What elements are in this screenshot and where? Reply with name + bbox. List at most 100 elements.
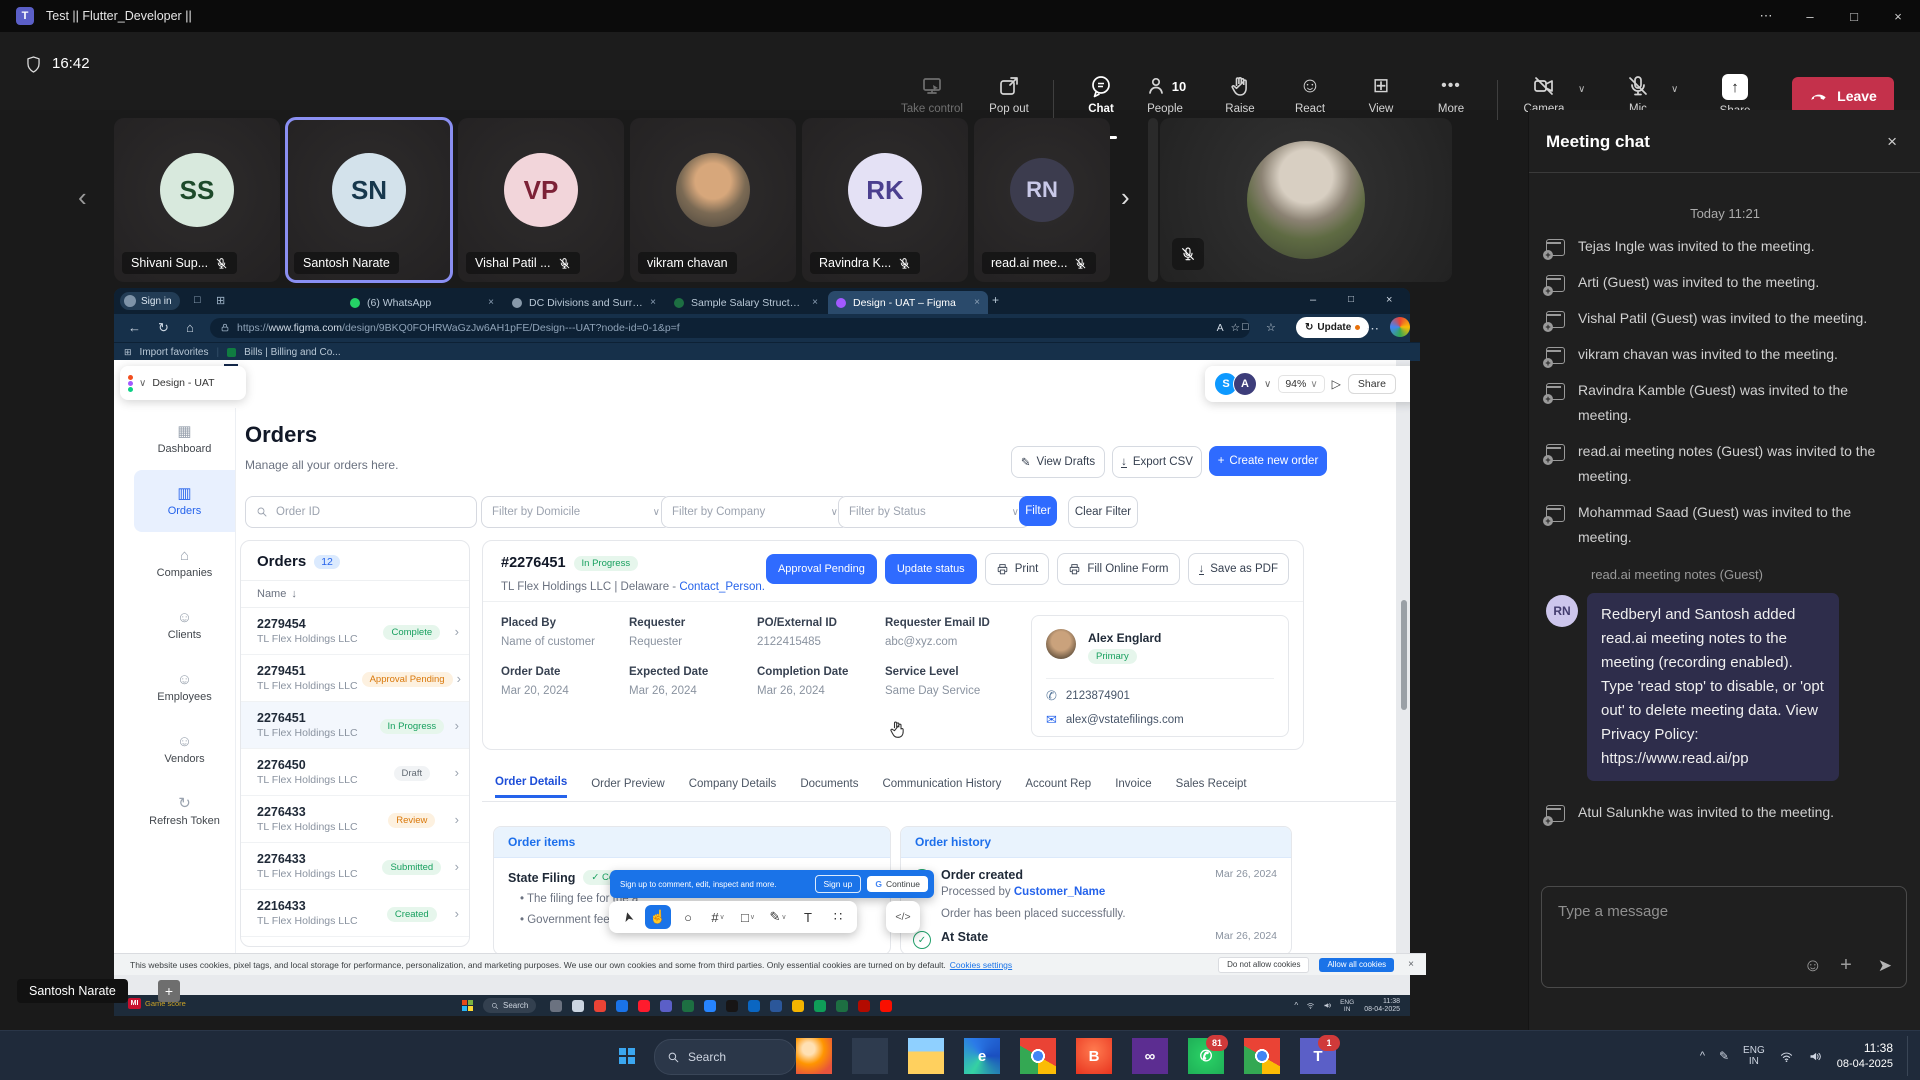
shared-app-icon[interactable] [814,1000,826,1012]
home-icon[interactable]: ⌂ [186,320,194,335]
wifi-icon[interactable] [1779,1049,1794,1064]
tab-close-icon[interactable]: × [650,297,656,308]
shared-app-icon[interactable] [616,1000,628,1012]
tiles-scroll-left-icon[interactable]: ‹ [78,182,87,213]
browser-close-icon[interactable]: × [1386,294,1392,306]
clear-filter-button[interactable]: Clear Filter [1068,496,1138,528]
self-video-tile[interactable] [1160,118,1452,282]
edge-icon[interactable]: e [964,1038,1000,1074]
order-row[interactable]: 2279454 TL Flex Holdings LLC Complete › [241,608,469,655]
collaborators-chevron-icon[interactable]: ∨ [1264,379,1271,390]
shared-app-icon[interactable] [704,1000,716,1012]
approval-pending-button[interactable]: Approval Pending [766,554,877,584]
google-continue-button[interactable]: G Continue [867,876,928,892]
filter-company-select[interactable]: Filter by Company∨ [661,496,849,528]
shared-app-icon[interactable] [792,1000,804,1012]
select-tool-icon[interactable]: ➤∨ [615,905,641,929]
sidebar-item[interactable]: ☺ Clients [134,594,235,656]
refresh-icon[interactable]: ↻ [158,320,169,336]
tiles-scroll-right-icon[interactable]: › [1121,182,1130,213]
window-close-icon[interactable]: × [1876,0,1920,32]
sidebar-item[interactable]: ⌂ Companies [134,532,235,594]
chrome-icon[interactable] [1020,1038,1056,1074]
pop-out-button[interactable]: Pop out [971,74,1047,115]
tab-actions-icon[interactable]: ⊞ [216,294,225,307]
view-drafts-button[interactable]: ✎ View Drafts [1011,446,1105,478]
participant-tile[interactable]: RK Ravindra K... [802,118,968,282]
dev-app-icon[interactable] [852,1038,888,1074]
collaborator-avatar-a[interactable]: A [1233,372,1257,396]
print-button[interactable]: Print [985,553,1050,585]
pen-icon[interactable]: ✎ [1719,1049,1729,1063]
back-icon[interactable]: ← [128,320,141,335]
url-field[interactable]: https://www.figma.com/design/9BKQ0FOHRWa… [210,318,1250,338]
participant-tile[interactable]: RN read.ai mee... [974,118,1110,282]
shape-tool-icon[interactable]: ○∨ [675,905,701,929]
detail-tab[interactable]: Order Preview [591,778,665,797]
bookmark-bills[interactable]: Bills | Billing and Co... [244,347,341,358]
brave-icon[interactable]: B [1076,1038,1112,1074]
cookie-close-icon[interactable]: × [1408,959,1414,970]
visual-studio-icon[interactable]: ∞ [1132,1038,1168,1074]
shared-app-icon[interactable] [594,1000,606,1012]
figma-file-menu[interactable]: ∨ Design - UAT [120,366,246,400]
browser-tab[interactable]: Design - UAT – Figma × [828,291,988,314]
update-status-button[interactable]: Update status [885,554,977,584]
start-button[interactable] [610,1039,644,1073]
window-minimize-icon[interactable]: – [1788,0,1832,32]
browser-signin-button[interactable]: Sign in [120,292,180,310]
detail-tab[interactable]: Communication History [882,778,1001,797]
deny-cookies-button[interactable]: Do not allow cookies [1218,957,1309,973]
split-screen-icon[interactable]: □ [1242,321,1249,333]
cookie-settings-link[interactable]: Cookies settings [950,960,1012,970]
window-more-icon[interactable]: ⋯ [1744,0,1788,32]
speaker-icon[interactable] [1808,1049,1823,1064]
save-as-pdf-button[interactable]: ↓ Save as PDF [1188,553,1290,585]
file-explorer-icon[interactable] [908,1038,944,1074]
game-score-widget[interactable]: MI Game score [128,998,186,1009]
order-row[interactable]: 2276451 TL Flex Holdings LLC In Progress… [241,702,469,749]
firefox-icon[interactable] [796,1038,832,1074]
browser-menu-icon[interactable]: ⋯ [1366,321,1379,337]
shared-app-icon[interactable] [550,1000,562,1012]
people-button[interactable]: 10 People [1127,74,1203,115]
filter-domicile-select[interactable]: Filter by Domicile∨ [481,496,671,528]
shared-app-icon[interactable] [836,1000,848,1012]
tab-close-icon[interactable]: × [812,297,818,308]
teams-icon[interactable]: T 1 [1300,1038,1336,1074]
hand-tool-icon[interactable]: ☝∨ [645,905,671,929]
sidebar-item[interactable]: ☺ Vendors [134,718,235,780]
shared-app-icon[interactable] [572,1000,584,1012]
send-message-icon[interactable]: ➤ [1878,956,1892,976]
taskbar-search[interactable]: Search [654,1039,796,1075]
rect-tool-icon[interactable]: □∨ [735,905,761,929]
contact-email[interactable]: alex@vstatefilings.com [1066,714,1184,726]
browser-tab[interactable]: DC Divisions and Surroundings × [504,291,664,314]
tab-close-icon[interactable]: × [488,297,494,308]
contact-phone[interactable]: 2123874901 [1066,690,1130,702]
camera-options-chevron-icon[interactable]: ∨ [1578,84,1585,95]
browser-minimize-icon[interactable]: – [1310,294,1316,306]
pen-tool-icon[interactable]: ✎∨ [765,905,791,929]
browser-maximize-icon[interactable]: □ [1348,294,1354,305]
favorites-bar-icon[interactable]: ☆ [1266,321,1276,334]
text-tool-icon[interactable]: T∨ [795,905,821,929]
export-csv-button[interactable]: ↓ Export CSV [1112,446,1202,478]
order-row[interactable]: 2276433 TL Flex Holdings LLC Submitted › [241,843,469,890]
shared-search-box[interactable]: Search [483,998,536,1013]
whatsapp-icon[interactable]: ✆ 81 [1188,1038,1224,1074]
shared-app-icon[interactable] [660,1000,672,1012]
figma-share-button[interactable]: Share [1348,374,1396,394]
sidebar-item[interactable]: ↻ Refresh Token [134,780,235,842]
workspaces-icon[interactable]: □ [194,294,201,306]
participant-tile[interactable]: vikram chavan [630,118,796,282]
bookmark-import-favorites[interactable]: Import favorites [140,347,209,358]
present-icon[interactable]: ▷ [1332,377,1341,391]
more-button[interactable]: ••• More [1413,74,1489,115]
frame-tool-icon[interactable]: #∨ [705,905,731,929]
shared-app-icon[interactable] [682,1000,694,1012]
order-row[interactable]: 2279451 TL Flex Holdings LLC Approval Pe… [241,655,469,702]
filter-status-select[interactable]: Filter by Status∨ [838,496,1030,528]
tray-chevron-icon[interactable]: ^ [1700,1050,1705,1062]
view-button[interactable]: ⊞ View [1343,74,1419,115]
